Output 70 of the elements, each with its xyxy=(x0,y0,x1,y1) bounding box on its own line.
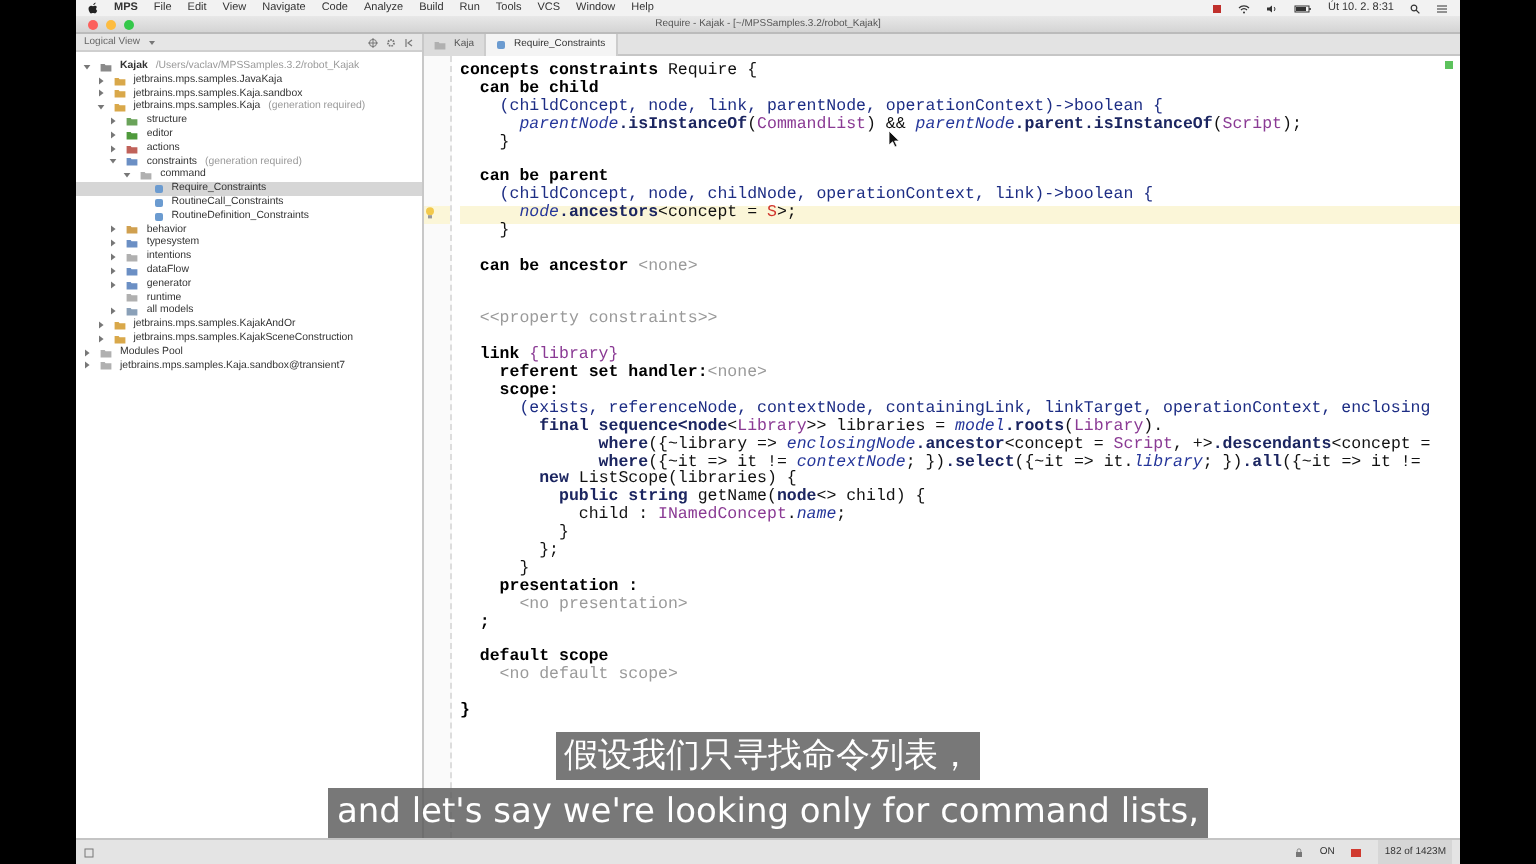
collapsed-caret-icon[interactable] xyxy=(108,265,119,276)
code-line: <<property constraints>> xyxy=(477,312,718,331)
mouse-pointer-icon xyxy=(888,130,900,148)
target-icon[interactable] xyxy=(368,37,378,47)
collapsed-caret-icon[interactable] xyxy=(95,320,106,331)
app-indicator-icon[interactable] xyxy=(1211,3,1222,13)
expanded-caret-icon[interactable] xyxy=(108,156,119,167)
code-line: default scope xyxy=(477,650,609,667)
code-line: link {library} xyxy=(477,348,619,365)
lightbulb-icon xyxy=(424,206,436,221)
code-line: where({~library => enclosingNode.ancestor<concept = Script, +>.descendants<concept = xyxy=(596,437,1431,454)
collapsed-caret-icon[interactable] xyxy=(95,88,106,99)
apple-icon[interactable] xyxy=(88,2,98,14)
close-window-button[interactable] xyxy=(88,19,98,29)
menu-icon[interactable] xyxy=(1436,3,1448,13)
code-line: concepts constraints Require { xyxy=(460,64,758,80)
collapsed-caret-icon[interactable] xyxy=(95,333,106,344)
code-line: <no default scope> xyxy=(497,668,678,687)
wifi-icon[interactable] xyxy=(1237,3,1250,13)
collapsed-caret-icon[interactable] xyxy=(82,360,92,371)
collapsed-caret-icon[interactable] xyxy=(108,224,119,235)
code-line: (childConcept, node, childNode, operationContext, link)->boolean { xyxy=(497,188,1154,205)
subtitle-text: and let's say we're looking only for command lists, xyxy=(328,788,1208,838)
code-line: child : INamedConcept.name; xyxy=(576,508,847,527)
dropdown-caret-icon xyxy=(147,39,156,45)
collapsed-caret-icon[interactable] xyxy=(108,116,119,127)
collapsed-caret-icon[interactable] xyxy=(82,347,92,358)
collapsed-caret-icon[interactable] xyxy=(108,143,119,154)
battery-icon[interactable] xyxy=(1293,3,1312,13)
hide-panel-icon[interactable] xyxy=(404,37,414,47)
folder-icon xyxy=(434,40,446,50)
code-line: } xyxy=(460,704,470,722)
code-line: can be ancestor <none> xyxy=(477,259,698,278)
code-line: referent set handler:<none> xyxy=(497,366,767,385)
code-line: can be child xyxy=(477,81,599,98)
code-line: scope: xyxy=(497,384,560,401)
code-line: <no presentation> xyxy=(517,597,688,616)
code-line: where({~it => it != contextNode; }).select({~it => it.library; }).all({~it => it != xyxy=(598,455,1421,472)
code-line: (childConcept, node, link, parentNode, operationContext)->boolean { xyxy=(497,99,1164,116)
code-line: presentation : xyxy=(497,579,639,596)
search-icon[interactable] xyxy=(1410,3,1420,13)
code-line: final sequence<node<Library>> libraries = model.roots(Library). xyxy=(537,419,1164,436)
node-icon xyxy=(496,40,507,50)
panel-toggle-icon[interactable] xyxy=(84,847,94,857)
collapsed-caret-icon[interactable] xyxy=(108,252,119,263)
code-line: } xyxy=(557,526,569,545)
collapsed-caret-icon[interactable] xyxy=(108,238,119,249)
code-line: ; xyxy=(477,615,490,633)
collapsed-caret-icon[interactable] xyxy=(108,129,119,140)
code-line: (exists, referenceNode, contextNode, containingLink, linkTarget, operationContext, enclosing xyxy=(517,401,1431,418)
code-line: } xyxy=(497,224,510,242)
settings-icon[interactable] xyxy=(386,37,396,47)
lock-icon[interactable] xyxy=(1293,847,1304,857)
code-line: node.ancestors<concept = S>; xyxy=(517,206,797,225)
code-line: } xyxy=(517,561,530,578)
volume-icon[interactable] xyxy=(1265,3,1278,13)
code-line: parentNode.isInstanceOf(CommandList) && parentNode.parent.isInstanceOf(Script); xyxy=(517,117,1302,136)
expanded-caret-icon[interactable] xyxy=(82,61,92,72)
subtitle-text: 假设我们只寻找命令列表， xyxy=(556,732,980,780)
code-line: }; xyxy=(537,544,560,562)
collapsed-caret-icon[interactable] xyxy=(108,279,119,290)
code-line: public string getName(node<> child) { xyxy=(557,490,926,507)
warning-icon[interactable] xyxy=(1350,847,1363,857)
code-line: new ListScope(libraries) { xyxy=(537,472,797,489)
expanded-caret-icon[interactable] xyxy=(95,102,106,113)
status-indicator-icon xyxy=(1444,60,1454,70)
code-line: can be parent xyxy=(477,170,609,187)
collapsed-caret-icon[interactable] xyxy=(108,306,119,317)
collapsed-caret-icon[interactable] xyxy=(95,75,106,86)
code-line: } xyxy=(497,135,510,153)
